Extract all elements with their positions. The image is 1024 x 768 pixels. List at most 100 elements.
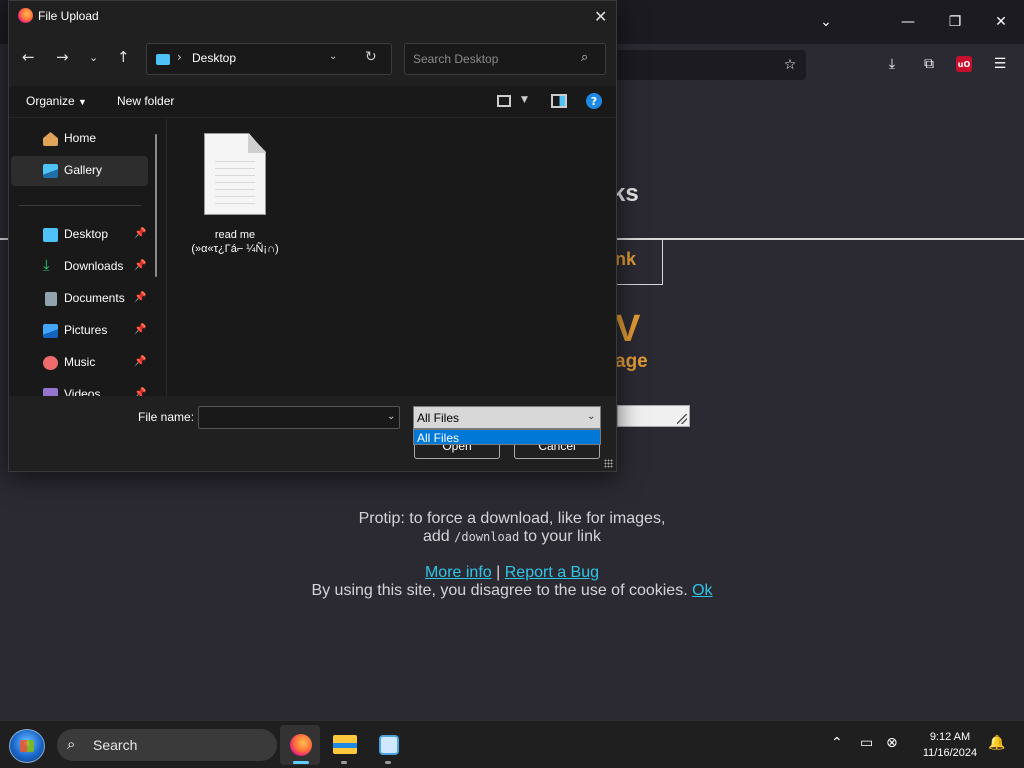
sidebar-item-gallery[interactable]: Gallery (11, 156, 148, 186)
network-status-icon[interactable]: ⊗ (886, 735, 898, 751)
resize-grip-icon[interactable] (677, 414, 687, 424)
system-clock[interactable]: 9:12 AM 11/16/2024 (912, 729, 988, 761)
list-all-tabs-chevron-icon[interactable]: ⌄ (811, 7, 841, 37)
more-info-link[interactable]: More info (425, 564, 492, 581)
ublock-icon[interactable]: uO (949, 49, 979, 79)
taskbar-search[interactable]: ⌕ Search (57, 729, 277, 761)
report-bug-link[interactable]: Report a Bug (505, 564, 599, 581)
open-button[interactable]: Open (414, 444, 500, 459)
sidebar-item-label: Music (64, 355, 96, 369)
sidebar-divider (19, 205, 141, 206)
sidebar-item-label: Home (64, 131, 97, 145)
taskbar-search-label: Search (93, 737, 138, 753)
page-tab-link[interactable]: nk (615, 249, 636, 270)
page-brand: V (615, 308, 641, 350)
clock-time: 9:12 AM (929, 731, 971, 743)
sidebar-item-label: Pictures (64, 323, 108, 337)
file-type-select[interactable]: All Files ⌄ (413, 406, 601, 429)
cookie-notice: By using this site, you disagree to the … (0, 582, 1024, 600)
restore-icon[interactable]: ❐ (940, 7, 970, 37)
recent-locations-chevron-icon[interactable]: ⌄ (89, 51, 98, 64)
dialog-titlebar: File Upload ✕ (9, 1, 616, 32)
dialog-title: File Upload (38, 9, 99, 23)
downloads-icon: ⤓ (43, 256, 50, 274)
firefox-logo-icon (18, 8, 33, 23)
file-type-option[interactable]: All Files (417, 431, 459, 445)
running-app-indicator (341, 761, 347, 764)
address-dropdown-icon[interactable]: ⌄ (329, 51, 337, 62)
bookmark-star-icon[interactable]: ☆ (775, 50, 805, 80)
notification-bell-icon[interactable]: 🔔 (988, 735, 1005, 751)
start-button[interactable] (9, 729, 45, 763)
file-name-dropdown-icon[interactable]: ⌄ (387, 411, 395, 422)
show-hidden-icons-chevron-icon[interactable]: ⌃ (831, 735, 843, 751)
protip-tail: to your link (523, 528, 601, 545)
page-brand-subtitle: age (615, 351, 648, 372)
forward-arrow-icon[interactable]: → (56, 48, 69, 66)
taskbar-firefox[interactable] (280, 725, 320, 765)
dialog-navigation: ← → ⌄ ↑ › Desktop ⌄ ↻ Search Desktop ⌕ (9, 32, 616, 86)
file-name-field[interactable]: ⌄ (198, 406, 400, 429)
change-view-icon[interactable] (497, 95, 511, 107)
file-name: read me (»α«τ¿Γá⌐ ¼Ñ¡∩) (183, 228, 287, 256)
preview-pane-icon[interactable] (551, 94, 567, 108)
organize-button[interactable]: Organize ▼ (26, 94, 87, 108)
desktop-folder-icon (43, 228, 58, 242)
refresh-icon[interactable]: ↻ (365, 49, 377, 65)
file-name-label: File name: (138, 410, 195, 424)
home-icon (43, 132, 58, 146)
display-icon[interactable]: ▭ (860, 735, 873, 751)
gallery-icon (43, 164, 58, 178)
protip-code: /download (454, 530, 520, 544)
cancel-button-label: Cancel (538, 444, 576, 453)
taskbar-control-panel[interactable] (368, 725, 408, 765)
footer-links: More info | Report a Bug (0, 564, 1024, 582)
sidebar-item-downloads[interactable]: ⤓ Downloads 📌 (11, 252, 148, 282)
sidebar-item-desktop[interactable]: Desktop 📌 (11, 220, 148, 250)
sidebar-scrollbar[interactable] (155, 134, 157, 277)
file-explorer-icon-band (333, 743, 357, 748)
pin-icon: 📌 (134, 228, 147, 239)
sidebar-item-documents[interactable]: Documents 📌 (11, 284, 148, 314)
windows-logo-icon (20, 740, 34, 752)
new-folder-button[interactable]: New folder (117, 94, 174, 108)
active-app-indicator (293, 761, 309, 764)
organize-chevron-icon: ▼ (78, 97, 87, 107)
app-menu-icon[interactable]: ☰ (985, 49, 1015, 79)
sidebar-item-home[interactable]: Home (11, 124, 148, 154)
help-icon[interactable]: ? (586, 93, 602, 109)
sidebar-item-videos[interactable]: Videos 📌 (11, 380, 148, 396)
extensions-icon[interactable]: ⧉ (914, 49, 944, 79)
desktop-folder-icon (156, 54, 170, 65)
sidebar-item-label: Gallery (64, 163, 103, 177)
minimize-icon[interactable]: — (893, 7, 923, 37)
file-upload-dialog: File Upload ✕ ← → ⌄ ↑ › Desktop ⌄ ↻ Sear… (8, 0, 617, 472)
back-arrow-icon[interactable]: ← (22, 48, 35, 66)
file-item[interactable]: read me (»α«τ¿Γá⌐ ¼Ñ¡∩) (189, 131, 281, 255)
firefox-icon (290, 734, 312, 756)
cookie-text: By using this site, you disagree to the … (311, 582, 688, 599)
page-upload-field[interactable] (617, 405, 690, 427)
cookie-ok-link[interactable]: Ok (692, 582, 712, 599)
address-bar[interactable]: › Desktop ⌄ ↻ (146, 43, 392, 75)
sidebar-item-label: Documents (64, 291, 125, 305)
cancel-button[interactable]: Cancel (514, 444, 600, 459)
sidebar-item-music[interactable]: Music 📌 (11, 348, 148, 378)
view-options-dropdown-icon[interactable]: ▼ (521, 95, 528, 105)
breadcrumb-desktop[interactable]: Desktop (192, 51, 236, 65)
file-name-line-1: read me (214, 229, 256, 241)
protip-add: add (422, 528, 450, 545)
downloads-toolbar-icon[interactable]: ⤓ (877, 49, 907, 79)
document-lines (215, 161, 255, 207)
close-icon[interactable]: ✕ (594, 7, 607, 26)
taskbar-file-explorer[interactable] (324, 725, 364, 765)
sidebar-item-pictures[interactable]: Pictures 📌 (11, 316, 148, 346)
search-icon: ⌕ (581, 50, 589, 65)
window-close-icon[interactable]: ✕ (986, 7, 1016, 37)
file-list: read me (»α«τ¿Γá⌐ ¼Ñ¡∩) (167, 119, 616, 396)
dialog-resize-grip-icon[interactable] (604, 459, 613, 468)
open-button-label: Open (442, 444, 472, 453)
up-arrow-icon[interactable]: ↑ (117, 48, 130, 66)
search-input[interactable]: Search Desktop ⌕ (404, 43, 606, 75)
pictures-icon (43, 324, 58, 338)
